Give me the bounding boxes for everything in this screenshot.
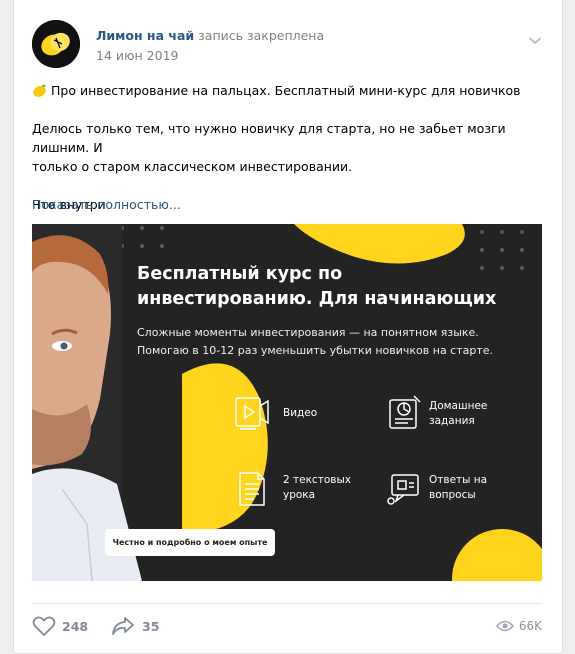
like-button[interactable]: 248: [32, 612, 88, 640]
chevron-down-icon[interactable]: [526, 32, 544, 50]
heart-icon: [32, 616, 56, 636]
feature-homework: Домашнее задания: [429, 400, 488, 427]
post-card: Лимон на чай запись закреплена 14 июн 201…: [13, 0, 563, 654]
share-count: 35: [142, 618, 160, 634]
footer-divider: [32, 603, 542, 604]
share-icon: [112, 617, 134, 635]
post-line-1: Про инвестирование на пальцах. Бесплатны…: [32, 81, 546, 100]
share-button[interactable]: 35: [110, 612, 159, 640]
author-line: Лимон на чай запись закреплена: [96, 28, 324, 43]
post-date[interactable]: 14 июн 2019: [96, 48, 178, 63]
views-count: 66K: [518, 619, 542, 633]
show-more-link[interactable]: Показать полностью...: [32, 197, 181, 212]
post-text: Про инвестирование на пальцах. Бесплатны…: [32, 81, 546, 214]
lemon-emoji-icon: [33, 84, 46, 97]
post-line-3: только о старом классическом инвестирова…: [32, 159, 353, 174]
post-actions: 248 35 66K: [32, 612, 542, 642]
video-icon: [235, 397, 269, 430]
views-counter: 66K: [495, 612, 542, 640]
eye-icon: [495, 620, 514, 632]
banner-subtitle: Сложные моменты инвестирования — на поня…: [137, 326, 494, 357]
pinned-label: запись закреплена: [198, 28, 325, 43]
experience-badge: Честно и подробно о моем опыте: [105, 529, 275, 556]
author-name[interactable]: Лимон на чай: [96, 28, 194, 43]
qa-icon: [387, 474, 419, 505]
lemon-logo-icon: [32, 20, 80, 68]
homework-icon: [389, 395, 421, 429]
like-count: 248: [62, 618, 89, 634]
post-header: Лимон на чай запись закреплена 14 июн 201…: [32, 20, 542, 68]
feature-text-lessons: 2 текстовых урока: [283, 474, 351, 501]
document-icon: [239, 472, 265, 506]
feature-answers: Ответы на вопросы: [429, 474, 488, 501]
post-line-2: Делюсь только тем, что нужно новичку для…: [32, 121, 506, 155]
banner-title: Бесплатный курс по инвестированию. Для н…: [137, 264, 497, 309]
avatar[interactable]: [32, 20, 80, 68]
post-image[interactable]: Бесплатный курс по инвестированию. Для н…: [32, 224, 542, 581]
feature-video: Видео: [283, 407, 318, 419]
